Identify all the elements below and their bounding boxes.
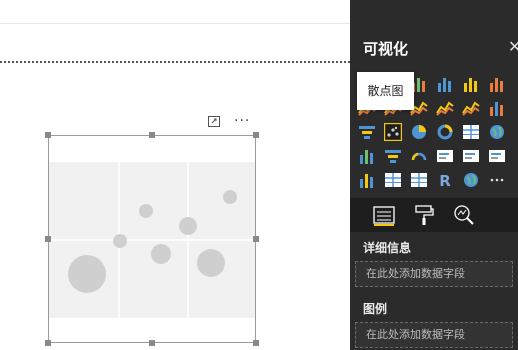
100-column-icon[interactable]: [488, 75, 506, 93]
globe-icon[interactable]: [462, 171, 480, 189]
more-visuals-icon[interactable]: [488, 171, 506, 189]
stacked-column-icon[interactable]: [436, 75, 454, 93]
visualizations-pane: 可视化 ✕ R 详细信息 在此处添加数据字段 图例 在此处添加数据字段: [350, 0, 518, 350]
line-column-icon[interactable]: [436, 99, 454, 117]
scatter-bubble: [113, 234, 127, 248]
details-section-title: 详细信息: [363, 241, 412, 255]
waterfall-icon[interactable]: [488, 99, 506, 117]
resize-handle[interactable]: [253, 236, 259, 242]
funnel-filter-icon[interactable]: [384, 147, 402, 165]
scatter-bubble: [139, 204, 153, 218]
scatter-bubble: [151, 244, 171, 264]
scatter-bubble: [197, 249, 225, 277]
page-dotted-divider: [0, 61, 350, 63]
details-drop-zone[interactable]: 在此处添加数据字段: [355, 261, 513, 287]
more-options-icon[interactable]: ···: [234, 113, 250, 129]
column-chart-icon[interactable]: [462, 75, 480, 93]
pie-chart-icon[interactable]: [410, 123, 428, 141]
resize-handle[interactable]: [253, 132, 259, 138]
kpi-icon[interactable]: [488, 147, 506, 165]
pane-tabs: [350, 198, 518, 232]
report-canvas[interactable]: ···: [0, 0, 350, 350]
focus-mode-icon[interactable]: [208, 116, 220, 127]
visual-tooltip: 散点图: [357, 72, 414, 110]
card-icon[interactable]: [436, 147, 454, 165]
scatter-bubble: [68, 255, 106, 293]
close-pane-icon[interactable]: ✕: [508, 37, 518, 56]
multirow-card-icon[interactable]: [462, 147, 480, 165]
scatter-placeholder-graphic: [49, 162, 255, 318]
canvas-top-border: [0, 23, 350, 24]
line-clustered-icon[interactable]: [462, 99, 480, 117]
scatter-plot-area: [49, 162, 255, 318]
matrix-icon[interactable]: [410, 171, 428, 189]
funnel-icon[interactable]: [358, 123, 376, 141]
filled-map-icon[interactable]: [358, 147, 376, 165]
donut-chart-icon[interactable]: [436, 123, 454, 141]
scatter-bubble: [179, 217, 197, 235]
pane-title: 可视化: [363, 40, 409, 58]
resize-handle[interactable]: [149, 132, 155, 138]
scatter-visual-placeholder[interactable]: [48, 135, 256, 343]
svg-text:R: R: [439, 172, 451, 189]
gauge-icon[interactable]: [410, 147, 428, 165]
slicer-icon[interactable]: [358, 171, 376, 189]
resize-handle[interactable]: [45, 132, 51, 138]
resize-handle[interactable]: [45, 340, 51, 346]
map-icon[interactable]: [488, 123, 506, 141]
fields-tab-icon[interactable]: [372, 204, 396, 226]
table-visual-icon[interactable]: [384, 171, 402, 189]
format-paint-roller-icon[interactable]: [412, 204, 436, 226]
legend-drop-zone[interactable]: 在此处添加数据字段: [355, 322, 513, 348]
visual-header: ···: [208, 113, 256, 130]
resize-handle[interactable]: [149, 340, 155, 346]
legend-section-title: 图例: [363, 302, 388, 316]
r-visual-icon[interactable]: R: [436, 171, 454, 189]
resize-handle[interactable]: [253, 340, 259, 346]
scatter-chart-icon[interactable]: [384, 123, 402, 141]
analytics-magnifier-icon[interactable]: [452, 204, 476, 226]
scatter-bubble: [223, 190, 237, 204]
treemap-icon[interactable]: [462, 123, 480, 141]
resize-handle[interactable]: [45, 236, 51, 242]
